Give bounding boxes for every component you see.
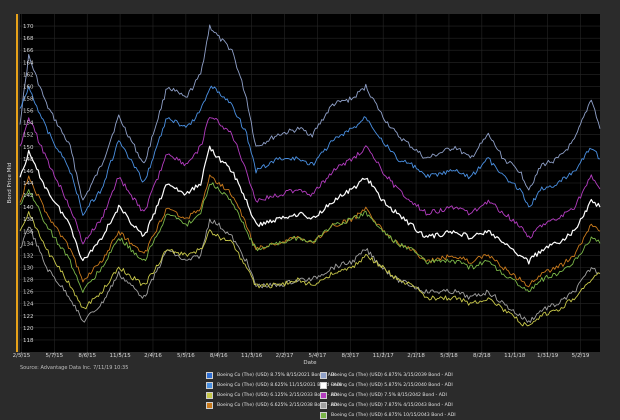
x-tick-label: 1/31/19 <box>537 353 559 359</box>
y-tick-label: 146 <box>23 169 34 175</box>
y-tick-label: 136 <box>23 229 34 235</box>
y-tick-label: 138 <box>23 217 34 223</box>
legend-swatch <box>320 402 327 409</box>
y-tick-label: 124 <box>23 302 34 308</box>
y-tick-label: 144 <box>23 181 34 187</box>
x-axis-title: Date <box>303 360 317 366</box>
x-tick-label: 8/3/17 <box>341 353 359 359</box>
x-tick-label: 2/1/18 <box>407 353 425 359</box>
legend-label: Boeing Co (The) (USD) 7.875% 4/15/2043 B… <box>331 403 453 408</box>
x-axis-ticks: 2/5/15 5/7/15 8/6/15 11/5/15 2/4/16 5/5/16 8/4… <box>13 352 590 359</box>
y-tick-label: 134 <box>23 241 34 247</box>
x-tick-label: 5/4/17 <box>309 353 327 359</box>
legend-label: Boeing Co (The) (USD) 8.75% 8/15/2021 Bo… <box>217 373 336 378</box>
y-tick-label: 132 <box>23 253 34 259</box>
legend-swatch <box>206 402 213 409</box>
x-tick-label: 5/2/19 <box>572 353 590 359</box>
legend-item: Boeing Co (The) (USD) 7.875% 4/15/2043 B… <box>320 401 453 410</box>
legend-item: Boeing Co (The) (USD) 5.875% 2/15/2040 B… <box>320 381 453 390</box>
y-tick-label: 150 <box>23 145 34 151</box>
x-tick-label: 5/7/15 <box>45 353 63 359</box>
x-tick-label: 5/5/16 <box>177 353 195 359</box>
x-tick-label: 5/3/18 <box>440 353 458 359</box>
chart: 118 120 122 124 126 128 130 132 134 136 138 140 142 1… <box>7 14 601 366</box>
y-tick-label: 164 <box>23 60 34 66</box>
x-tick-label: 11/2/17 <box>373 353 395 359</box>
y-tick-label: 148 <box>23 157 34 163</box>
y-tick-label: 122 <box>23 314 34 320</box>
legend-swatch <box>320 412 327 419</box>
legend-label: Boeing Co (The) (USD) 5.875% 2/15/2040 B… <box>331 383 453 388</box>
legend-label: Boeing Co (The) (USD) 7.5% 8/15/2042 Bon… <box>331 393 447 398</box>
legend-swatch <box>206 382 213 389</box>
legend-item: Boeing Co (The) (USD) 6.875% 10/15/2043 … <box>320 411 456 420</box>
legend: Boeing Co (The) (USD) 8.75% 8/15/2021 Bo… <box>206 371 456 420</box>
y-tick-label: 120 <box>23 326 34 332</box>
x-tick-label: 8/4/16 <box>210 353 228 359</box>
x-tick-label: 2/4/16 <box>144 353 162 359</box>
y-tick-label: 160 <box>23 84 34 90</box>
y-tick-label: 162 <box>23 72 34 78</box>
legend-label: Boeing Co (The) (USD) 6.875% 3/15/2039 B… <box>331 373 453 378</box>
legend-item: Boeing Co (The) (USD) 6.625% 2/15/2038 B… <box>206 401 339 410</box>
x-tick-label: 11/1/18 <box>504 353 526 359</box>
legend-swatch <box>206 392 213 399</box>
x-tick-label: 2/2/17 <box>276 353 294 359</box>
y-tick-label: 142 <box>23 193 34 199</box>
legend-item: Boeing Co (The) (USD) 8.75% 8/15/2021 Bo… <box>206 371 336 380</box>
x-tick-label: 11/3/16 <box>241 353 263 359</box>
y-tick-label: 166 <box>23 48 34 54</box>
y-tick-label: 170 <box>23 24 34 30</box>
y-tick-label: 126 <box>23 290 34 296</box>
x-tick-label: 8/6/15 <box>78 353 96 359</box>
y-tick-label: 130 <box>23 266 34 272</box>
legend-swatch <box>206 372 213 379</box>
legend-item <box>206 411 312 420</box>
legend-item: Boeing Co (The) (USD) 6.125% 2/15/2033 B… <box>206 391 339 400</box>
y-tick-label: 156 <box>23 109 34 115</box>
legend-swatch <box>320 382 327 389</box>
y-tick-label: 158 <box>23 97 34 103</box>
legend-item: Boeing Co (The) (USD) 8.625% 11/15/2031 … <box>206 381 342 390</box>
source-note: Source: Advantage Data Inc. 7/11/19 10:3… <box>20 365 129 371</box>
legend-swatch <box>320 392 327 399</box>
chart-window: 118 120 122 124 126 128 130 132 134 136 138 140 142 1… <box>0 0 620 420</box>
x-tick-label: 11/5/15 <box>109 353 131 359</box>
legend-item: Boeing Co (The) (USD) 7.5% 8/15/2042 Bon… <box>320 391 447 400</box>
y-tick-label: 168 <box>23 36 34 42</box>
legend-swatch <box>320 372 327 379</box>
x-tick-label: 8/2/18 <box>473 353 491 359</box>
legend-label: Boeing Co (The) (USD) 6.875% 10/15/2043 … <box>331 413 456 418</box>
x-tick-label: 2/5/15 <box>13 353 31 359</box>
legend-item: Boeing Co (The) (USD) 6.875% 3/15/2039 B… <box>320 371 453 380</box>
y-tick-label: 118 <box>23 338 34 344</box>
y-tick-label: 154 <box>23 121 34 127</box>
y-tick-label: 152 <box>23 133 34 139</box>
y-tick-label: 140 <box>23 205 34 211</box>
y-tick-label: 128 <box>23 278 34 284</box>
y-axis-title: Bond Price Mid <box>7 163 13 204</box>
